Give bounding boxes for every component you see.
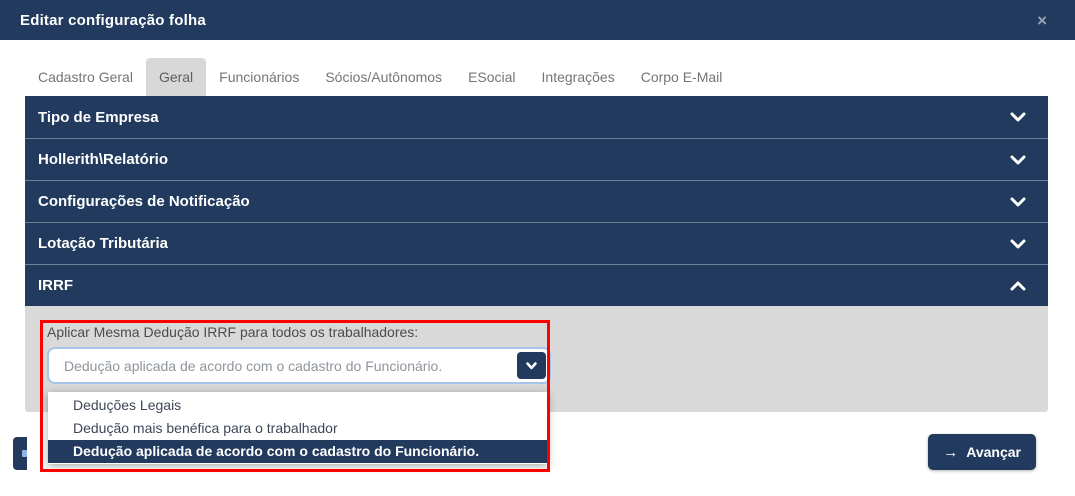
chevron-down-icon	[1010, 239, 1026, 249]
tab-corpo-email[interactable]: Corpo E-Mail	[628, 58, 736, 96]
modal-title-bar: Editar configuração folha ×	[0, 0, 1075, 40]
accordion-header-lotacao-tributaria[interactable]: Lotação Tributária	[25, 222, 1048, 264]
accordion-label: Hollerith\Relatório	[38, 151, 169, 168]
tab-geral[interactable]: Geral	[145, 58, 207, 96]
accordion-label: IRRF	[38, 277, 73, 294]
accordion: Tipo de Empresa Hollerith\Relatório Conf…	[25, 96, 1048, 306]
accordion-header-configuracoes-notificacao[interactable]: Configurações de Notificação	[25, 180, 1048, 222]
tab-integracoes[interactable]: Integrações	[529, 58, 628, 96]
back-arrow-icon	[22, 450, 27, 457]
accordion-header-hollerith-relatorio[interactable]: Hollerith\Relatório	[25, 138, 1048, 180]
tab-socios-autonomos[interactable]: Sócios/Autônomos	[312, 58, 455, 96]
chevron-up-icon	[1010, 281, 1026, 291]
dropdown-option-deducao-cadastro-funcionario[interactable]: Dedução aplicada de acordo com o cadastr…	[48, 440, 548, 463]
chevron-down-icon	[1010, 197, 1026, 207]
chevron-down-icon	[1010, 112, 1026, 122]
modal-title: Editar configuração folha	[20, 11, 206, 29]
tab-bar: Cadastro Geral Geral Funcionários Sócios…	[25, 58, 735, 96]
close-icon[interactable]: ×	[1037, 12, 1047, 29]
chevron-down-icon	[526, 361, 537, 369]
accordion-header-tipo-de-empresa[interactable]: Tipo de Empresa	[25, 96, 1048, 138]
dropdown-option-deducao-mais-benefica[interactable]: Dedução mais benéfica para o trabalhador	[48, 417, 548, 440]
select-current-value: Dedução aplicada de acordo com o cadastr…	[64, 357, 443, 374]
irrf-deduction-field-label: Aplicar Mesma Dedução IRRF para todos os…	[47, 324, 419, 340]
advance-button-label: Avançar	[966, 444, 1021, 460]
right-arrow-icon: →	[943, 443, 959, 461]
select-dropdown-button[interactable]	[517, 352, 546, 379]
advance-button[interactable]: → Avançar	[928, 434, 1036, 470]
back-button-partial[interactable]	[13, 437, 27, 470]
tab-cadastro-geral[interactable]: Cadastro Geral	[25, 58, 146, 96]
accordion-label: Tipo de Empresa	[38, 108, 159, 126]
irrf-deduction-dropdown-list: Deduções Legais Dedução mais benéfica pa…	[48, 392, 548, 464]
edit-payroll-config-modal: Editar configuração folha × Cadastro Ger…	[0, 0, 1075, 496]
accordion-label: Lotação Tributária	[38, 235, 169, 252]
tab-funcionarios[interactable]: Funcionários	[206, 58, 312, 96]
tab-esocial[interactable]: ESocial	[455, 58, 528, 96]
accordion-label: Configurações de Notificação	[38, 193, 250, 210]
irrf-deduction-select[interactable]: Dedução aplicada de acordo com o cadastr…	[47, 347, 551, 384]
accordion-header-irrf[interactable]: IRRF	[25, 264, 1048, 306]
dropdown-option-deducoes-legais[interactable]: Deduções Legais	[48, 394, 548, 417]
chevron-down-icon	[1010, 155, 1026, 165]
